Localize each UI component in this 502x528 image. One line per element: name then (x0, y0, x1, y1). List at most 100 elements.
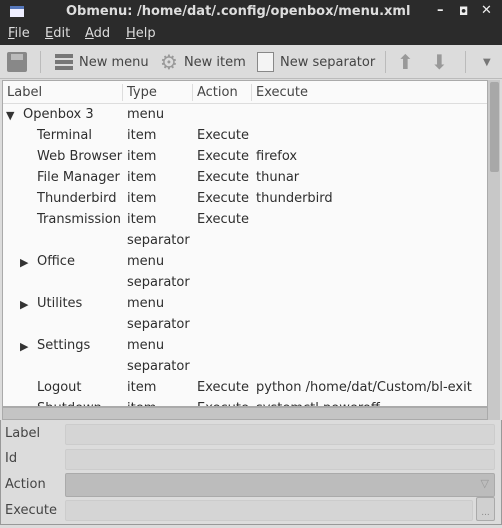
execute-field-label: Execute (5, 503, 57, 518)
row-type: item (127, 128, 157, 143)
menu-file[interactable]: File (8, 26, 30, 41)
window-title: Obmenu: /home/dat/.config/openbox/menu.x… (66, 4, 411, 19)
tree-row[interactable]: ▶ Utilites menu (3, 294, 487, 315)
new-separator-label: New separator (280, 54, 376, 70)
move-up-button[interactable]: ⬆ (397, 50, 414, 74)
row-type: item (127, 170, 157, 185)
expander-icon[interactable]: ▼ (6, 109, 14, 122)
execute-input[interactable] (65, 500, 473, 521)
tree-row[interactable]: Logout item Execute python /home/dat/Custom… (3, 378, 487, 399)
row-execute: python /home/dat/Custom/bl-exit (256, 380, 472, 395)
row-action: Execute (197, 191, 249, 206)
row-label: File Manager (37, 170, 120, 185)
tree-row[interactable]: ▶ Settings menu (3, 336, 487, 357)
row-type: separator (127, 359, 190, 374)
new-item-button[interactable]: ⚙ New item (160, 52, 246, 72)
row-execute: thunar (256, 170, 300, 185)
column-type[interactable]: Type (127, 85, 157, 100)
tree-row[interactable]: separator (3, 315, 487, 336)
row-label: Logout (37, 380, 82, 395)
row-type: separator (127, 317, 190, 332)
menu-edit[interactable]: Edit (45, 26, 70, 41)
row-label: Openbox 3 (23, 107, 94, 122)
id-field-label: Id (5, 451, 18, 466)
row-execute: firefox (256, 149, 298, 164)
tree-row[interactable]: ▶ Office menu (3, 252, 487, 273)
maximize-button[interactable]: ◘ (459, 5, 468, 18)
id-input[interactable] (65, 449, 495, 470)
tree-row[interactable]: separator (3, 231, 487, 252)
tree-row[interactable]: Web Browser item Execute firefox (3, 147, 487, 168)
new-item-label: New item (183, 54, 246, 70)
menu-tree[interactable]: Label Type Action Execute ▼ Openbox 3 menu… (2, 80, 488, 407)
row-label: Transmission (37, 212, 121, 227)
tree-row[interactable]: Terminal item Execute (3, 126, 487, 147)
row-label: Office (37, 254, 75, 269)
tree-row[interactable]: separator (3, 273, 487, 294)
tree-row[interactable]: ShutdownitemExecutesystemctl poweroff (3, 399, 487, 406)
vertical-scrollbar[interactable] (488, 80, 500, 420)
close-button[interactable]: ✕ (481, 3, 492, 18)
minimize-button[interactable]: – (437, 3, 444, 18)
tree-row[interactable]: ▼ Openbox 3 menu (3, 105, 487, 126)
row-action: Execute (197, 380, 249, 395)
save-button[interactable] (7, 52, 33, 72)
action-select[interactable]: ▽ (65, 473, 495, 497)
expander-icon[interactable]: ▶ (20, 256, 28, 269)
chevron-down-icon: ▽ (480, 477, 489, 490)
row-type: menu (127, 107, 165, 122)
arrow-down-icon: ⬇ (431, 50, 448, 74)
menu-add[interactable]: Add (85, 26, 110, 41)
row-type: item (127, 212, 157, 227)
tree-row[interactable]: Transmission item Execute (3, 210, 487, 231)
menu-help[interactable]: Help (126, 26, 156, 41)
arrow-up-icon: ⬆ (397, 50, 414, 74)
row-label: Settings (37, 338, 91, 353)
row-label: Utilites (37, 296, 83, 311)
tree-row[interactable]: File Manager item Execute thunar (3, 168, 487, 189)
row-type: separator (127, 275, 190, 290)
expander-icon[interactable]: ▶ (20, 298, 28, 311)
title-bar: Obmenu: /home/dat/.config/openbox/menu.x… (0, 0, 502, 23)
label-field-label: Label (5, 426, 41, 441)
row-action: Execute (197, 212, 249, 227)
row-execute: thunderbird (256, 191, 333, 206)
row-action: Execute (197, 149, 249, 164)
window-icon (10, 6, 24, 17)
new-separator-button[interactable]: New separator (257, 52, 375, 72)
tree-header: Label Type Action Execute (3, 81, 487, 104)
column-label[interactable]: Label (7, 85, 42, 100)
tree-row[interactable]: separator (3, 357, 487, 378)
separator-icon (257, 52, 274, 72)
row-label: Thunderbird (37, 191, 117, 206)
expander-icon[interactable]: ▶ (20, 340, 28, 353)
row-type: menu (127, 296, 165, 311)
browse-button[interactable]: ... (476, 497, 495, 521)
save-icon (7, 52, 27, 72)
toolbar: New menu ⚙ New item New separator ⬆ ⬇ ▼ (0, 45, 502, 79)
row-action: Execute (197, 170, 249, 185)
toolbar-overflow-button[interactable]: ▼ (483, 52, 491, 72)
row-type: menu (127, 338, 165, 353)
menu-bar: File Edit Add Help (0, 23, 502, 45)
scrollbar-thumb[interactable] (490, 82, 499, 172)
column-action[interactable]: Action (197, 85, 238, 100)
row-label: Terminal (37, 128, 92, 143)
row-action: Execute (197, 128, 249, 143)
horizontal-scrollbar[interactable] (2, 407, 488, 420)
action-field-label: Action (5, 477, 46, 492)
move-down-button[interactable]: ⬇ (431, 50, 448, 74)
tree-row[interactable]: Thunderbird item Execute thunderbird (3, 189, 487, 210)
row-label: Web Browser (37, 149, 123, 164)
label-input[interactable] (65, 424, 495, 445)
new-menu-button[interactable]: New menu (55, 52, 149, 72)
column-execute[interactable]: Execute (256, 85, 308, 100)
new-menu-label: New menu (79, 54, 149, 70)
menu-list-icon (55, 54, 73, 70)
row-type: item (127, 380, 157, 395)
row-type: item (127, 149, 157, 164)
row-type: separator (127, 233, 190, 248)
row-type: item (127, 191, 157, 206)
gear-icon: ⚙ (160, 50, 178, 74)
row-type: menu (127, 254, 165, 269)
